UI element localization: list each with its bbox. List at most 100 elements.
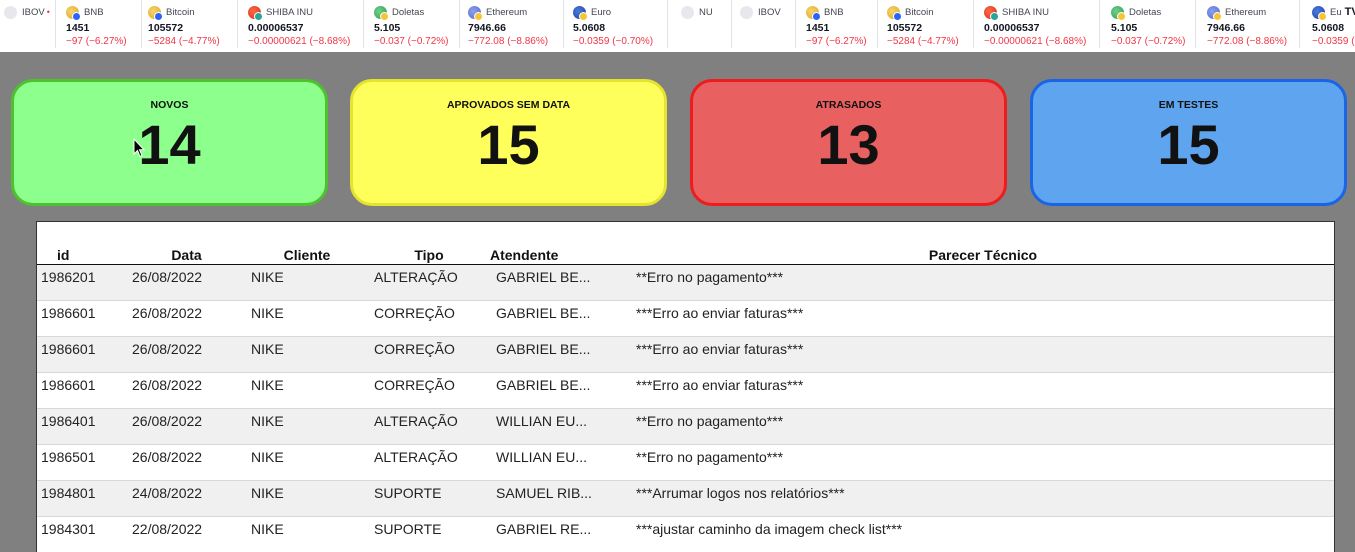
cell-parecer-tecnico: **Erro no pagamento*** (631, 408, 1334, 445)
ticker-item-euro[interactable]: EuTV 5.0608 −0.0359 (− (1300, 0, 1355, 48)
cell-parecer-tecnico: ***Arrumar logos nos relatórios*** (631, 480, 1334, 517)
cell-atendente: GABRIEL BE... (490, 372, 631, 409)
ethereum-coin-icon (1207, 5, 1222, 21)
card-count: 13 (817, 113, 880, 176)
cell-cliente: NIKE (246, 444, 368, 481)
table-row[interactable]: 1986601 26/08/2022 NIKE CORREÇÃO GABRIEL BE.… (37, 336, 1334, 373)
column-header-data[interactable]: Data (127, 222, 246, 265)
table-row[interactable]: 1986601 26/08/2022 NIKE CORREÇÃO GABRIEL BE.… (37, 372, 1334, 409)
ticker-price: 5.0608 (1312, 22, 1345, 34)
ticker-name: Euro (591, 6, 612, 18)
ticker-name: IBOV (22, 6, 45, 18)
bitcoin-coin-icon (148, 5, 163, 21)
card-label: ATRASADOS (815, 99, 882, 111)
cell-tipo: ALTERAÇÃO (368, 444, 490, 481)
card-aprovados-sem-data[interactable]: APROVADOS SEM DATA 15 (350, 79, 667, 206)
card-em-testes[interactable]: EM TESTES 15 (1030, 79, 1347, 206)
cell-data: 26/08/2022 (127, 264, 246, 301)
ticker-item-bnb[interactable]: BNB 1451 −97 (−6.27%) (59, 0, 142, 48)
card-count: 15 (1157, 113, 1220, 176)
doletas-coin-icon (1111, 5, 1126, 21)
table-row[interactable]: 1986501 26/08/2022 NIKE ALTERAÇÃO WILLIAN EU… (37, 444, 1334, 481)
card-label: APROVADOS SEM DATA (446, 99, 571, 111)
cell-parecer-tecnico: ***ajustar caminho da imagem check list*… (631, 516, 1334, 552)
ticker-item-doletas[interactable]: Doletas 5.105 −0.037 (−0.72%) (1100, 0, 1196, 48)
ticker-item-ethereum[interactable]: Ethereum 7946.66 −772.08 (−8.86%) (1196, 0, 1300, 48)
ticker-item-ethereum[interactable]: Ethereum 7946.66 −772.08 (−8.86%) (460, 0, 564, 48)
ticker-name: Doletas (392, 6, 425, 18)
ticker-change: −5284 (−4.77%) (887, 36, 959, 47)
ticker-change: −0.037 (−0.72%) (374, 36, 449, 47)
table-row[interactable]: 1986601 26/08/2022 NIKE CORREÇÃO GABRIEL BE.… (37, 300, 1334, 337)
tradingview-logo: TV (1344, 6, 1355, 18)
ticker-item-bnb[interactable]: BNB 1451 −97 (−6.27%) (796, 0, 878, 48)
table-row[interactable]: 1984301 22/08/2022 NIKE SUPORTE GABRIEL RE..… (37, 516, 1334, 552)
column-header-tipo[interactable]: Tipo (368, 222, 490, 265)
ticker-change: −0.0359 (− (1312, 36, 1355, 47)
ticker-name: Eu (1330, 6, 1342, 18)
cell-tipo: CORREÇÃO (368, 300, 490, 337)
column-header-id[interactable]: id (37, 222, 127, 265)
bnb-coin-icon (806, 5, 821, 21)
ticker-item-nu[interactable]: NU (668, 0, 732, 48)
card-novos[interactable]: NOVOS 14 (11, 79, 328, 206)
ticker-item-doletas[interactable]: Doletas 5.105 −0.037 (−0.72%) (364, 0, 460, 48)
card-atrasados[interactable]: ATRASADOS 13 (690, 79, 1007, 206)
cell-tipo: CORREÇÃO (368, 336, 490, 373)
status-dot-icon: • (46, 7, 50, 17)
cell-tipo: CORREÇÃO (368, 372, 490, 409)
column-header-parecer-tecnico[interactable]: Parecer Técnico (631, 222, 1334, 265)
cell-atendente: WILLIAN EU... (490, 444, 631, 481)
cell-parecer-tecnico: **Erro no pagamento*** (631, 444, 1334, 481)
ticker-price: 0.00006537 (984, 22, 1040, 34)
ticker-change: −5284 (−4.77%) (148, 36, 220, 47)
cell-data: 26/08/2022 (127, 336, 246, 373)
column-header-cliente[interactable]: Cliente (246, 222, 368, 265)
cell-atendente: WILLIAN EU... (490, 408, 631, 445)
ibov-icon (740, 5, 753, 19)
ticker-item-bitcoin[interactable]: Bitcoin 105572 −5284 (−4.77%) (142, 0, 238, 48)
cell-cliente: NIKE (246, 264, 368, 301)
ticker-item-ibov[interactable]: IBOV • (4, 0, 56, 48)
cell-atendente: SAMUEL RIB... (490, 480, 631, 517)
table-row[interactable]: 1986201 26/08/2022 NIKE ALTERAÇÃO GABRIEL BE… (37, 264, 1334, 301)
cell-cliente: NIKE (246, 408, 368, 445)
table-row[interactable]: 1986401 26/08/2022 NIKE ALTERAÇÃO WILLIAN EU… (37, 408, 1334, 445)
tickets-table-container: id Data Cliente Tipo Atendente Parecer T… (36, 221, 1335, 552)
cell-parecer-tecnico: ***Erro ao enviar faturas*** (631, 300, 1334, 337)
ticker-change: −0.00000621 (−8.68%) (248, 36, 351, 47)
doletas-coin-icon (374, 5, 389, 21)
ticker-item-bitcoin[interactable]: Bitcoin 105572 −5284 (−4.77%) (878, 0, 974, 48)
ticker-item-shiba-inu[interactable]: SHIBA INU 0.00006537 −0.00000621 (−8.68%… (974, 0, 1100, 48)
cell-atendente: GABRIEL BE... (490, 336, 631, 373)
cell-atendente: GABRIEL RE... (490, 516, 631, 552)
cell-tipo: SUPORTE (368, 516, 490, 552)
ticker-change: −772.08 (−8.86%) (468, 36, 549, 47)
ticker-price: 1451 (66, 22, 90, 34)
shiba-inu-coin-icon (248, 5, 263, 21)
cell-cliente: NIKE (246, 372, 368, 409)
ticker-item-euro[interactable]: Euro 5.0608 −0.0359 (−0.70%) (564, 0, 668, 48)
ticker-price: 105572 (887, 22, 923, 34)
ticker-price: 0.00006537 (248, 22, 304, 34)
ticker-name: BNB (824, 6, 844, 18)
ticker-change: −0.0359 (−0.70%) (573, 36, 654, 47)
ticker-price: 105572 (148, 22, 184, 34)
column-header-atendente[interactable]: Atendente (490, 222, 631, 265)
card-count: 15 (477, 113, 540, 176)
ticker-price: 5.105 (1111, 22, 1138, 34)
nu-icon (681, 5, 694, 19)
ticker-item-ibov[interactable]: IBOV (732, 0, 796, 48)
cell-cliente: NIKE (246, 336, 368, 373)
card-label: EM TESTES (1158, 99, 1219, 111)
cell-cliente: NIKE (246, 300, 368, 337)
ethereum-coin-icon (468, 5, 483, 21)
table-row[interactable]: 1984801 24/08/2022 NIKE SUPORTE SAMUEL RIB..… (37, 480, 1334, 517)
euro-coin-icon (1312, 5, 1327, 21)
ticker-item-shiba-inu[interactable]: SHIBA INU 0.00006537 −0.00000621 (−8.68%… (238, 0, 364, 48)
cell-id: 1984801 (37, 480, 127, 517)
cell-id: 1986201 (37, 264, 127, 301)
cell-id: 1986601 (37, 372, 127, 409)
table-header-row: id Data Cliente Tipo Atendente Parecer T… (37, 222, 1334, 265)
cell-atendente: GABRIEL BE... (490, 264, 631, 301)
